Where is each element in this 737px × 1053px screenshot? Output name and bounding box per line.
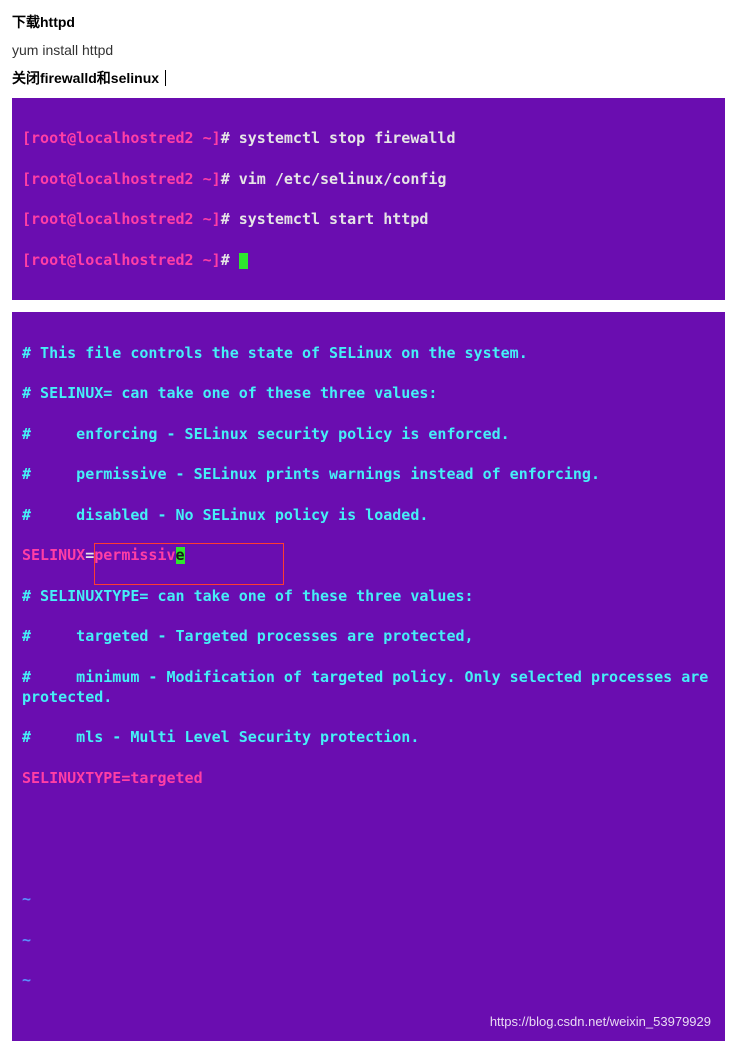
- watermark-text: https://blog.csdn.net/weixin_53979929: [490, 1013, 711, 1031]
- vim-tilde: ~: [22, 889, 715, 909]
- prompt-symbol: #: [221, 210, 239, 228]
- selinux-setting-line: SELINUX=permissive: [22, 545, 715, 565]
- vim-tilde: ~: [22, 930, 715, 950]
- prompt-userhost: [root@localhostred2 ~]: [22, 129, 221, 147]
- section-heading-disable-wrap: 关闭firewalld和selinux: [12, 68, 725, 88]
- config-comment: # SELINUX= can take one of these three v…: [22, 383, 715, 403]
- config-comment: # minimum - Modification of targeted pol…: [22, 667, 715, 708]
- config-comment: # disabled - No SELinux policy is loaded…: [22, 505, 715, 525]
- config-comment: # This file controls the state of SELinu…: [22, 343, 715, 363]
- terminal-line: [root@localhostred2 ~]# vim /etc/selinux…: [22, 169, 715, 189]
- config-comment: # targeted - Targeted processes are prot…: [22, 626, 715, 646]
- config-comment: # mls - Multi Level Security protection.: [22, 727, 715, 747]
- section-heading-disable: 关闭firewalld和selinux: [12, 68, 159, 88]
- selinuxtype-setting-line: SELINUXTYPE=targeted: [22, 768, 715, 788]
- terminal-block-1: [root@localhostred2 ~]# systemctl stop f…: [12, 98, 725, 300]
- selinux-key: SELINUX: [22, 546, 85, 564]
- terminal-line: [root@localhostred2 ~]# systemctl stop f…: [22, 128, 715, 148]
- prompt-symbol: #: [221, 170, 239, 188]
- install-command-text: yum install httpd: [12, 42, 725, 58]
- config-comment: # enforcing - SELinux security policy is…: [22, 424, 715, 444]
- terminal-line: [root@localhostred2 ~]# systemctl start …: [22, 209, 715, 229]
- prompt-userhost: [root@localhostred2 ~]: [22, 210, 221, 228]
- terminal-command: systemctl stop firewalld: [239, 129, 456, 147]
- prompt-userhost: [root@localhostred2 ~]: [22, 170, 221, 188]
- terminal-command: systemctl start httpd: [239, 210, 429, 228]
- text-cursor-icon: [165, 70, 166, 86]
- prompt-symbol: #: [221, 129, 239, 147]
- selinux-value: permissiv: [94, 546, 175, 564]
- selinux-eq: =: [85, 546, 94, 564]
- section-heading-download: 下载httpd: [12, 12, 725, 32]
- vim-cursor-char: e: [176, 547, 185, 564]
- vim-tilde: ~: [22, 970, 715, 990]
- config-comment: # SELINUXTYPE= can take one of these thr…: [22, 586, 715, 606]
- prompt-symbol: #: [221, 251, 239, 269]
- terminal-command: vim /etc/selinux/config: [239, 170, 447, 188]
- terminal-block-2: # This file controls the state of SELinu…: [12, 312, 725, 1041]
- config-comment: # permissive - SELinux prints warnings i…: [22, 464, 715, 484]
- blank-line: [22, 849, 715, 869]
- terminal-line: [root@localhostred2 ~]#: [22, 250, 715, 270]
- blank-line: [22, 808, 715, 828]
- terminal-cursor-icon: [239, 253, 248, 269]
- prompt-userhost: [root@localhostred2 ~]: [22, 251, 221, 269]
